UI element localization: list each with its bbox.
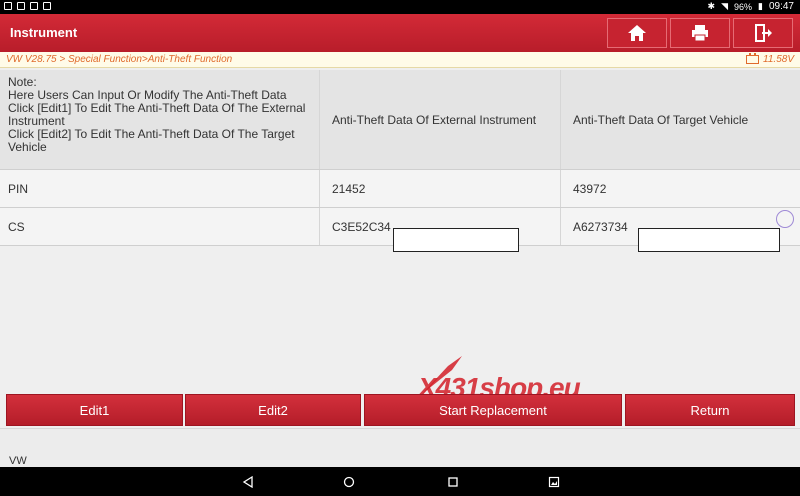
- anti-theft-table: Note: Here Users Can Input Or Modify The…: [0, 70, 800, 246]
- wifi-icon: ◥: [721, 1, 728, 11]
- redaction-box: [638, 228, 780, 252]
- action-bar: Edit1 Edit2 Start Replacement Return: [0, 392, 800, 428]
- home-button[interactable]: [607, 18, 667, 48]
- nav-screenshot-button[interactable]: [546, 474, 562, 490]
- recents-icon: [448, 477, 458, 487]
- target-value: 43972: [573, 181, 607, 196]
- print-button[interactable]: [670, 18, 730, 48]
- vehicle-make: VW: [9, 455, 27, 467]
- start-replacement-button[interactable]: Start Replacement: [364, 394, 622, 426]
- voltage-value: 11.58V: [763, 54, 794, 65]
- screenshot-icon: [548, 476, 560, 488]
- back-icon: [242, 476, 253, 488]
- row-label: PIN: [0, 170, 320, 207]
- car-battery-icon: [746, 53, 760, 64]
- footer: VW: [0, 428, 800, 467]
- battery-icon: ▮: [758, 1, 763, 11]
- nav-back-button[interactable]: [240, 474, 256, 490]
- notification-icons: [4, 2, 51, 10]
- loading-indicator-icon: [776, 210, 794, 228]
- app-header: Instrument: [0, 14, 800, 52]
- breadcrumb-path: VW V28.75 > Special Function>Anti-Theft …: [6, 54, 233, 65]
- edit1-button[interactable]: Edit1: [6, 394, 183, 426]
- note-cell: Note: Here Users Can Input Or Modify The…: [0, 70, 320, 169]
- voltage-indicator: 11.58V: [746, 53, 794, 65]
- redaction-box: [393, 228, 519, 252]
- status-bar: ✱ ◥ 96% ▮ 09:47: [0, 0, 800, 14]
- printer-icon: [692, 25, 708, 42]
- notification-icon: [43, 2, 51, 10]
- edit2-button[interactable]: Edit2: [185, 394, 361, 426]
- table-header-row: Note: Here Users Can Input Or Modify The…: [0, 70, 800, 170]
- return-button[interactable]: Return: [625, 394, 795, 426]
- breadcrumb: VW V28.75 > Special Function>Anti-Theft …: [0, 52, 800, 68]
- watermark-swoosh-icon: [422, 356, 462, 394]
- notification-icon: [30, 2, 38, 10]
- notification-icon: [17, 2, 25, 10]
- column-header-external: Anti-Theft Data Of External Instrument: [320, 70, 561, 169]
- exit-icon: [755, 24, 772, 42]
- home-icon: [628, 25, 646, 41]
- table-row[interactable]: PIN 21452 43972: [0, 170, 800, 208]
- notification-icon: [4, 2, 12, 10]
- nav-home-button[interactable]: [341, 474, 357, 490]
- column-header-target: Anti-Theft Data Of Target Vehicle: [573, 112, 749, 127]
- clock: 09:47: [768, 1, 794, 12]
- home-circle-icon: [343, 476, 355, 488]
- external-value: 21452: [320, 170, 561, 207]
- android-nav-bar: [0, 467, 800, 496]
- page-title: Instrument: [10, 25, 78, 40]
- nav-recents-button[interactable]: [445, 474, 461, 490]
- exit-button[interactable]: [733, 18, 793, 48]
- row-label: CS: [0, 208, 320, 245]
- bluetooth-icon: ✱: [707, 1, 716, 11]
- battery-percent: 96%: [734, 1, 753, 12]
